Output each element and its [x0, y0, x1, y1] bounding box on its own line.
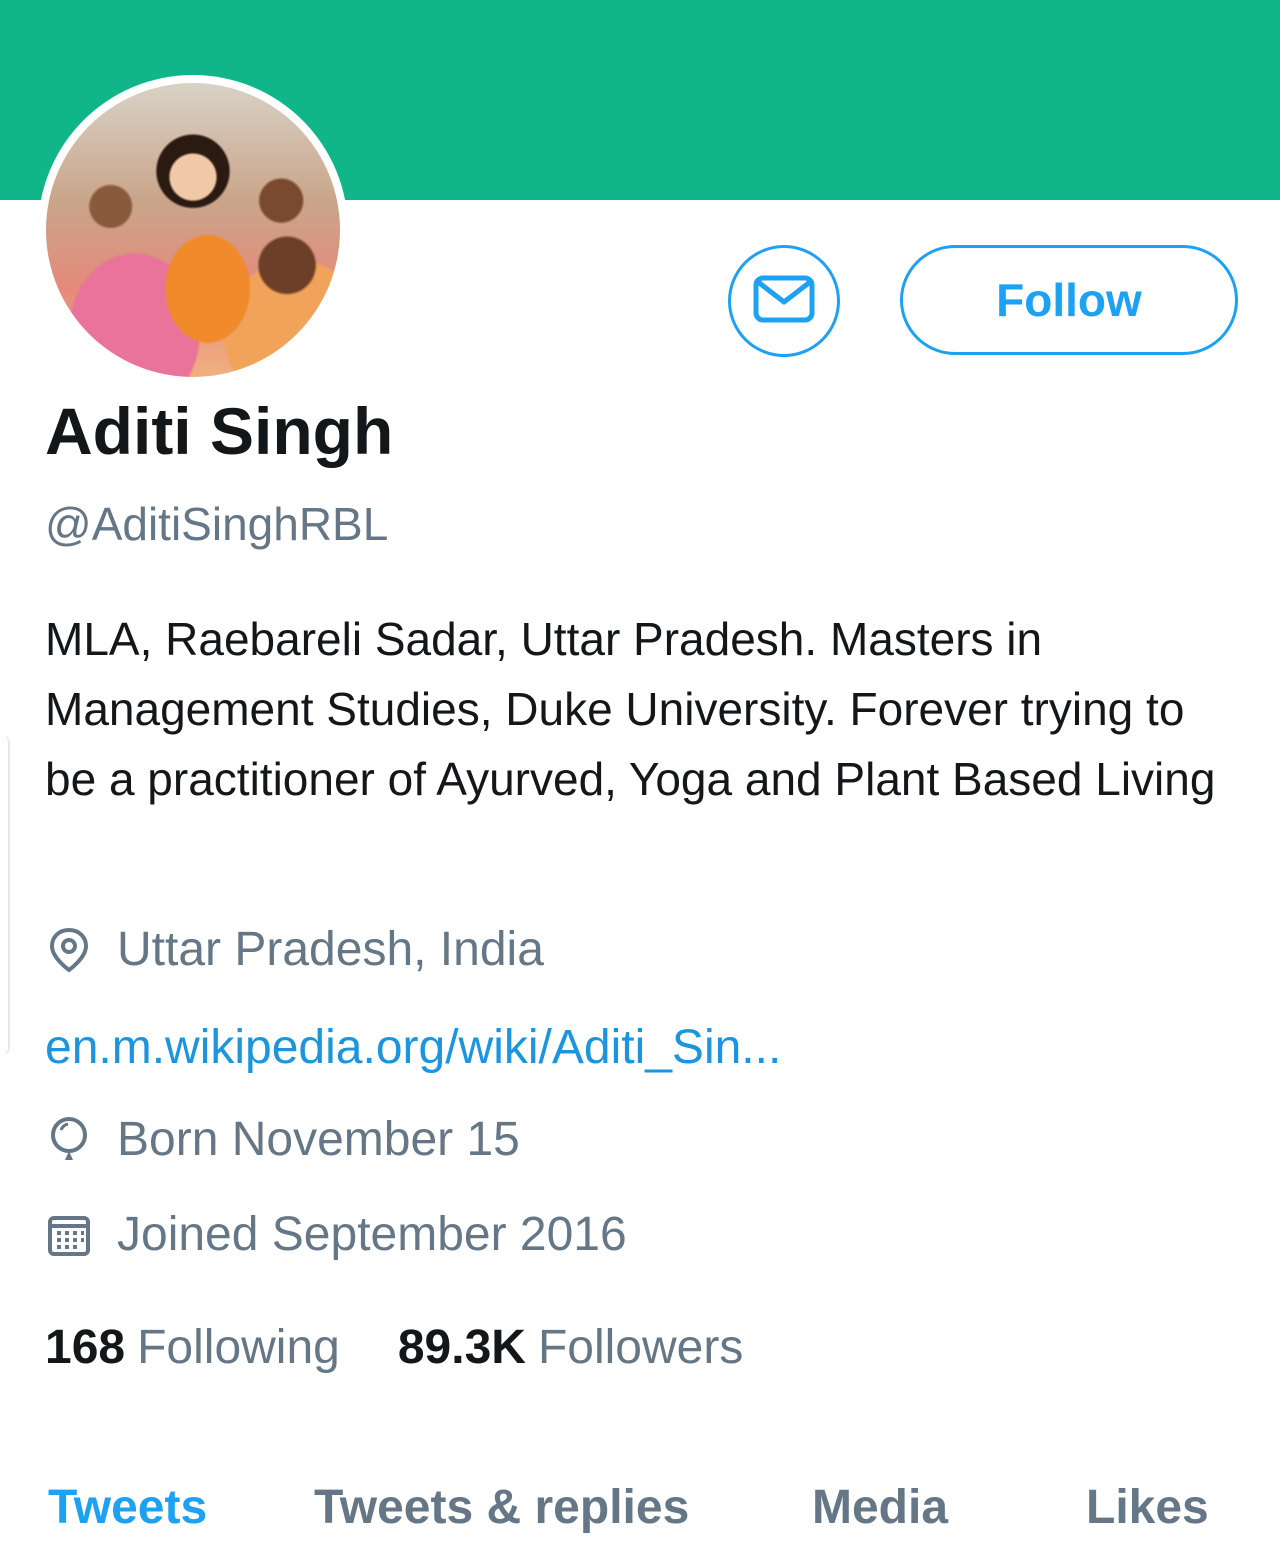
- birthday-row: Born November 15: [45, 1112, 520, 1167]
- joined-row: Joined September 2016: [45, 1207, 627, 1262]
- profile-stats: 168 Following 89.3K Followers: [45, 1320, 801, 1375]
- profile-name: Aditi Singh: [45, 394, 394, 468]
- tab-tweets[interactable]: Tweets: [48, 1480, 207, 1535]
- tab-tweets-and-replies[interactable]: Tweets & replies: [314, 1480, 689, 1535]
- avatar[interactable]: [38, 75, 348, 385]
- location-pin-icon: [45, 926, 93, 974]
- location-row: Uttar Pradesh, India: [45, 922, 544, 977]
- website-row[interactable]: en.m.wikipedia.org/wiki/Aditi_Sin...: [45, 1020, 781, 1075]
- followers-label: Followers: [537, 1321, 744, 1374]
- birthday-text: Born November 15: [117, 1113, 520, 1166]
- tab-media[interactable]: Media: [812, 1480, 948, 1535]
- envelope-icon: [753, 275, 815, 328]
- profile-bio: MLA, Raebareli Sadar, Uttar Pradesh. Mas…: [45, 613, 1216, 805]
- profile-handle: @AditiSinghRBL: [45, 498, 389, 550]
- followers-stat[interactable]: 89.3K Followers: [398, 1320, 743, 1375]
- tab-likes[interactable]: Likes: [1086, 1480, 1209, 1535]
- location-text: Uttar Pradesh, India: [117, 923, 544, 976]
- edge-divider: [0, 735, 10, 1055]
- profile-tabs: Tweets Tweets & replies Media Likes: [0, 1480, 1280, 1547]
- message-button[interactable]: [728, 245, 840, 357]
- balloon-icon: [45, 1116, 93, 1164]
- avatar-image: [46, 83, 340, 377]
- following-count: 168: [45, 1321, 126, 1374]
- follow-button[interactable]: Follow: [900, 245, 1238, 355]
- followers-count: 89.3K: [397, 1321, 526, 1374]
- website-link[interactable]: en.m.wikipedia.org/wiki/Aditi_Sin...: [45, 1020, 781, 1075]
- following-label: Following: [137, 1321, 340, 1374]
- joined-text: Joined September 2016: [117, 1208, 627, 1261]
- following-stat[interactable]: 168 Following: [45, 1320, 340, 1375]
- calendar-icon: [45, 1211, 93, 1259]
